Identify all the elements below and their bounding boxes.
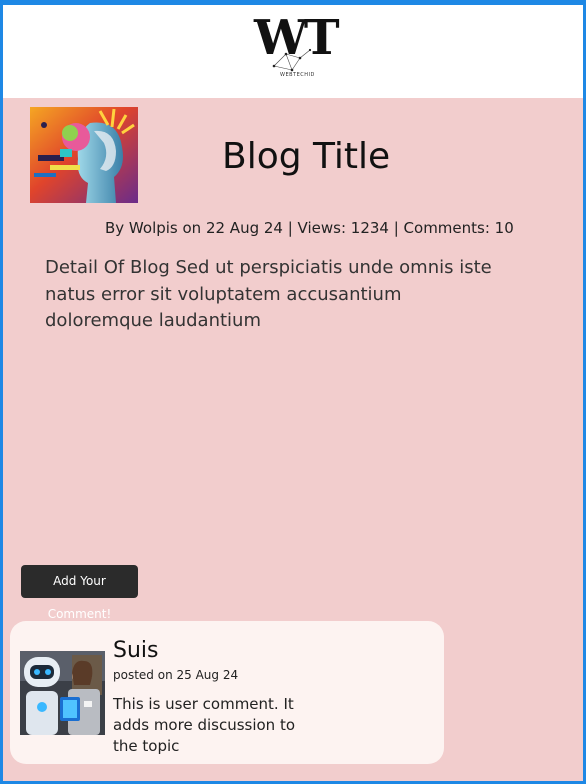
site-logo[interactable]: WT WEBTECHID [250,10,340,82]
post-body: Detail Of Blog Sed ut perspiciatis unde … [45,257,492,331]
comment-avatar [20,651,105,735]
logo-subtext: WEBTECHID [280,72,315,78]
robot-and-woman-photo-icon [20,651,105,735]
ai-head-illustration-icon [30,107,138,203]
add-comment-button[interactable]: Add Your Comment! [21,565,138,621]
logo-network-icon [272,48,312,72]
comment-text: This is user comment. It adds more discu… [113,695,296,755]
comment-card: Suis posted on 25 Aug 24 This is user co… [10,621,444,764]
comment-author: Suis [113,638,159,663]
blog-thumbnail [30,107,138,203]
site-header: WT WEBTECHID [0,0,586,98]
comment-date: posted on 25 Aug 24 [113,668,239,682]
post-meta: By Wolpis on 22 Aug 24 | Views: 1234 | C… [105,219,514,237]
post-title: Blog Title [222,136,391,178]
